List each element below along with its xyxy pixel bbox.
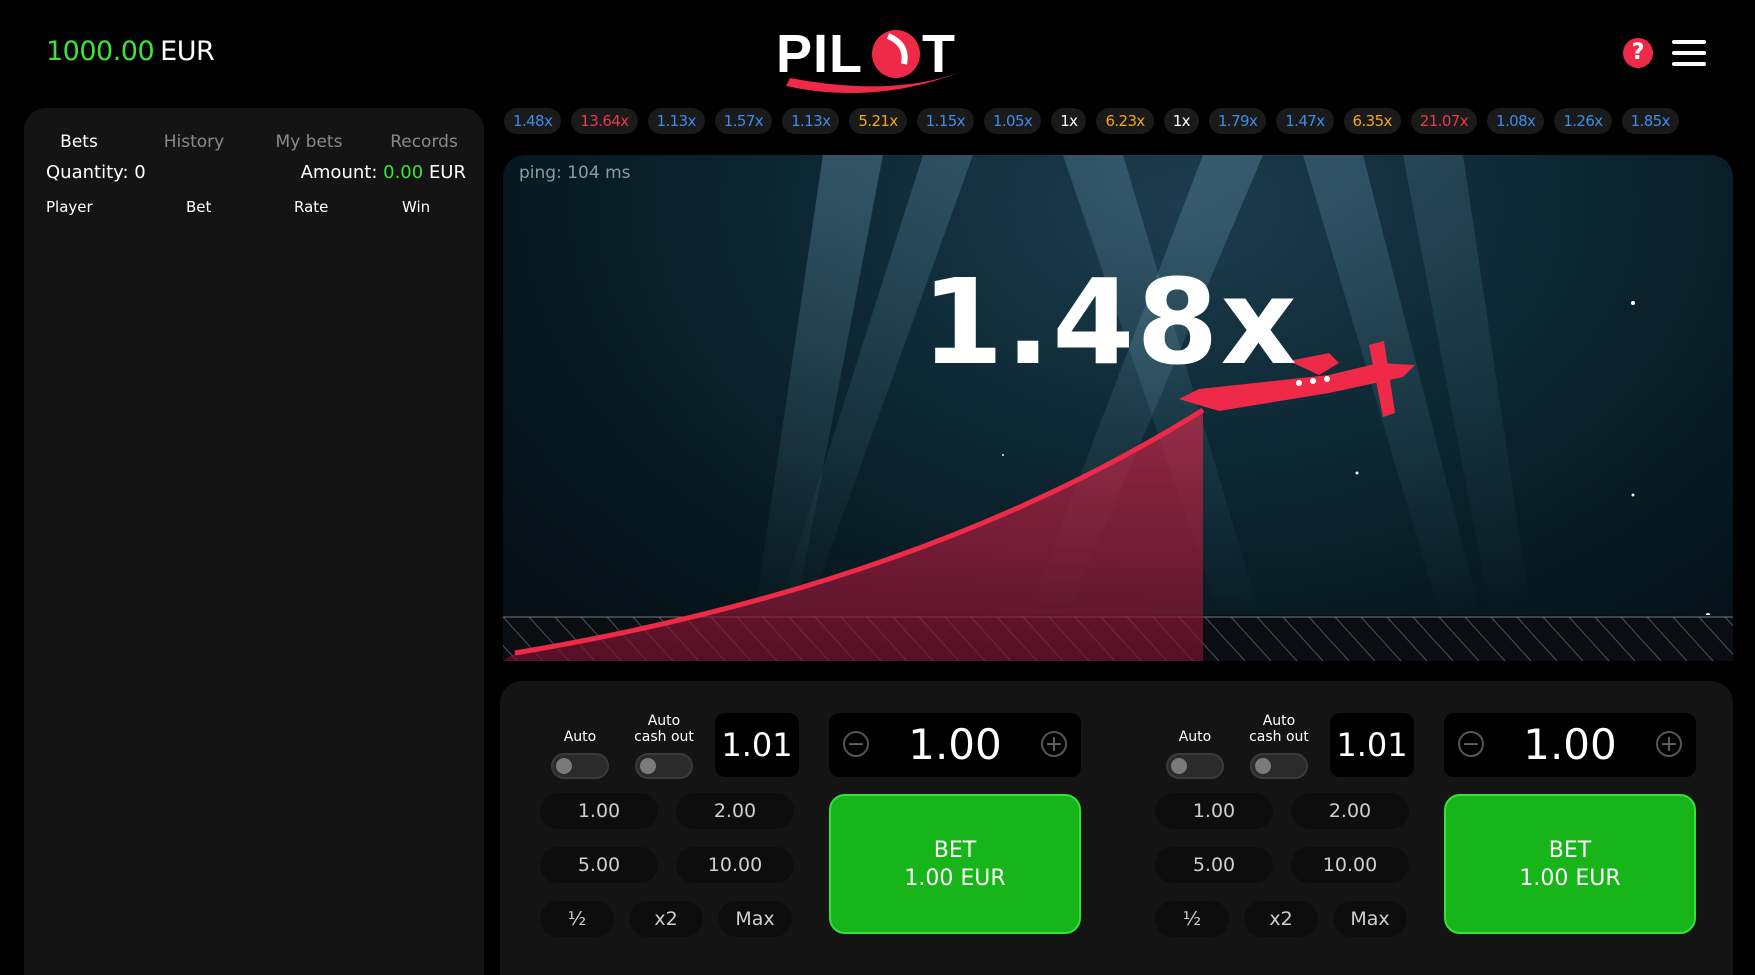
bet-controls: Auto Auto cash out 1.01 − 1.00 + 1.00 2.… — [500, 681, 1733, 975]
history-multiplier-pill[interactable]: 1x — [1051, 108, 1087, 134]
plus-icon[interactable]: + — [1041, 731, 1067, 757]
history-multiplier-pill[interactable]: 1.85x — [1621, 108, 1679, 134]
history-multiplier-pill[interactable]: 6.23x — [1096, 108, 1154, 134]
tab-bets[interactable]: Bets — [24, 122, 134, 162]
history-multiplier-pill[interactable]: 1.13x — [782, 108, 840, 134]
pilot-logo: PIL T — [776, 14, 984, 100]
quantity-value: 0 — [134, 162, 146, 183]
history-multiplier-pill[interactable]: 1.47x — [1276, 108, 1334, 134]
bet-button[interactable]: BET 1.00 EUR — [829, 794, 1081, 934]
history-multiplier-pill[interactable]: 1.05x — [983, 108, 1042, 134]
current-multiplier: 1.48x — [921, 253, 1299, 391]
question-circle-icon[interactable]: ? — [1623, 38, 1653, 68]
history-multiplier-pill[interactable]: 6.35x — [1343, 108, 1401, 134]
bet-button-amount: 1.00 EUR — [1519, 866, 1621, 891]
auto-cashout-label-2: cash out — [634, 729, 694, 745]
svg-text:PIL: PIL — [776, 24, 863, 84]
double-button[interactable]: x2 — [1244, 901, 1318, 937]
auto-cashout-toggle-group: Auto cash out — [628, 713, 700, 779]
history-multiplier-pill[interactable]: 5.21x — [849, 108, 907, 134]
history-multiplier-pill[interactable]: 1.15x — [916, 108, 974, 134]
history-multiplier-pill[interactable]: 1.26x — [1554, 108, 1612, 134]
half-button[interactable]: ½ — [540, 901, 614, 937]
half-button[interactable]: ½ — [1155, 901, 1229, 937]
history-multiplier-pill[interactable]: 1.13x — [647, 108, 705, 134]
history-multiplier-pill[interactable]: 13.64x — [571, 108, 638, 134]
history-multiplier-pill[interactable]: 1.79x — [1208, 108, 1267, 134]
quick-amount-5[interactable]: 5.00 — [540, 847, 658, 883]
bet-button-label: BET — [1548, 838, 1592, 863]
cashout-coefficient-input[interactable]: 1.01 — [715, 713, 799, 777]
auto-label: Auto — [563, 729, 597, 745]
column-win: Win — [402, 198, 431, 216]
auto-bet-toggle[interactable] — [551, 753, 609, 779]
plus-icon[interactable]: + — [1656, 731, 1682, 757]
svg-text:T: T — [922, 24, 955, 84]
column-bet: Bet — [186, 198, 212, 216]
quick-amount-1[interactable]: 1.00 — [1155, 793, 1273, 829]
auto-cashout-toggle-group: Auto cash out — [1243, 713, 1315, 779]
auto-label: Auto — [1178, 729, 1212, 745]
history-multiplier-pill[interactable]: 1.48x — [504, 108, 562, 134]
bet-button[interactable]: BET 1.00 EUR — [1444, 794, 1696, 934]
bets-summary: Quantity: 0 Amount: 0.00 EUR — [46, 162, 466, 183]
ping-indicator: ping: 104 ms — [519, 163, 631, 183]
quick-amount-10[interactable]: 10.00 — [1291, 847, 1409, 883]
quick-amount-2[interactable]: 2.00 — [1291, 793, 1409, 829]
tab-records[interactable]: Records — [364, 122, 484, 162]
history-multiplier-pill[interactable]: 1x — [1163, 108, 1199, 134]
bet-button-label: BET — [933, 838, 977, 863]
auto-cashout-label-2: cash out — [1249, 729, 1309, 745]
auto-cashout-label: Auto — [1262, 713, 1296, 729]
double-button[interactable]: x2 — [629, 901, 703, 937]
bet-panel-1: Auto Auto cash out 1.01 − 1.00 + 1.00 2.… — [500, 681, 1100, 975]
auto-cashout-label: Auto — [647, 713, 681, 729]
history-multiplier-pill[interactable]: 1.08x — [1487, 108, 1545, 134]
hamburger-menu-icon[interactable] — [1672, 40, 1706, 66]
max-button[interactable]: Max — [718, 901, 792, 937]
auto-bet-toggle[interactable] — [1166, 753, 1224, 779]
balance-display: 1000.00 EUR — [46, 36, 215, 67]
auto-bet-toggle-group: Auto — [548, 729, 612, 779]
amount-label: Amount: — [300, 162, 378, 183]
quick-amount-2[interactable]: 2.00 — [676, 793, 794, 829]
history-multiplier-pill[interactable]: 1.57x — [714, 108, 773, 134]
bet-button-amount: 1.00 EUR — [904, 866, 1006, 891]
auto-cashout-toggle[interactable] — [1250, 753, 1308, 779]
column-player: Player — [46, 198, 93, 216]
bets-panel: Bets History My bets Records Quantity: 0… — [24, 108, 484, 975]
history-multiplier-pill[interactable]: 21.07x — [1410, 108, 1478, 134]
game-scene — [503, 155, 1733, 661]
bet-amount-stepper: − 1.00 + — [1444, 713, 1696, 777]
amount-value: 0.00 — [383, 162, 424, 183]
balance-currency: EUR — [160, 36, 215, 67]
tab-my-bets[interactable]: My bets — [254, 122, 364, 162]
max-button[interactable]: Max — [1333, 901, 1407, 937]
tab-history[interactable]: History — [134, 122, 254, 162]
auto-cashout-toggle[interactable] — [635, 753, 693, 779]
quick-amount-1[interactable]: 1.00 — [540, 793, 658, 829]
quantity-label: Quantity: — [46, 162, 129, 183]
quick-amount-10[interactable]: 10.00 — [676, 847, 794, 883]
bets-tabs: Bets History My bets Records — [24, 122, 484, 162]
column-rate: Rate — [294, 198, 329, 216]
bet-panel-2: Auto Auto cash out 1.01 − 1.00 + 1.00 2.… — [1115, 681, 1715, 975]
auto-bet-toggle-group: Auto — [1163, 729, 1227, 779]
game-canvas: ping: 104 ms 1.48x — [503, 155, 1733, 661]
quick-amount-5[interactable]: 5.00 — [1155, 847, 1273, 883]
balance-amount: 1000.00 — [46, 36, 155, 67]
cashout-coefficient-input[interactable]: 1.01 — [1330, 713, 1414, 777]
multiplier-history: 1.48x 13.64x 1.13x 1.57x 1.13x 5.21x 1.15x 1.05… — [504, 108, 1732, 134]
bet-amount-stepper: − 1.00 + — [829, 713, 1081, 777]
amount-currency: EUR — [428, 162, 466, 183]
